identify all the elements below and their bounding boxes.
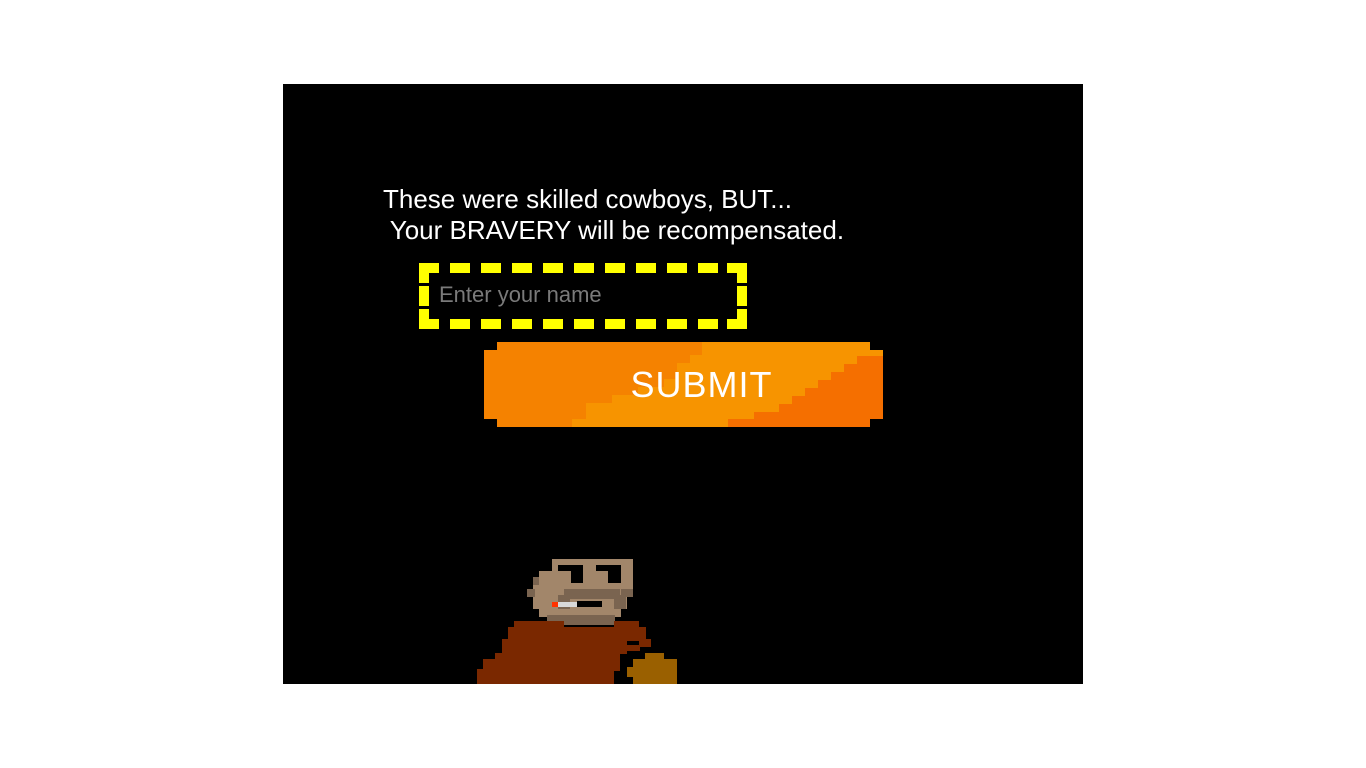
name-input-frame (419, 263, 747, 329)
submit-label: SUBMIT (630, 363, 773, 405)
cowboy-sprite-icon (477, 559, 677, 684)
message-line-2: Your BRAVERY will be recompensated. (383, 215, 845, 245)
story-message: These were skilled cowboys, BUT... Your … (383, 184, 844, 246)
message-line-1: These were skilled cowboys, BUT... (383, 184, 792, 214)
name-input[interactable] (431, 275, 731, 315)
game-canvas: These were skilled cowboys, BUT... Your … (283, 84, 1083, 684)
submit-button[interactable]: SUBMIT (484, 342, 883, 427)
